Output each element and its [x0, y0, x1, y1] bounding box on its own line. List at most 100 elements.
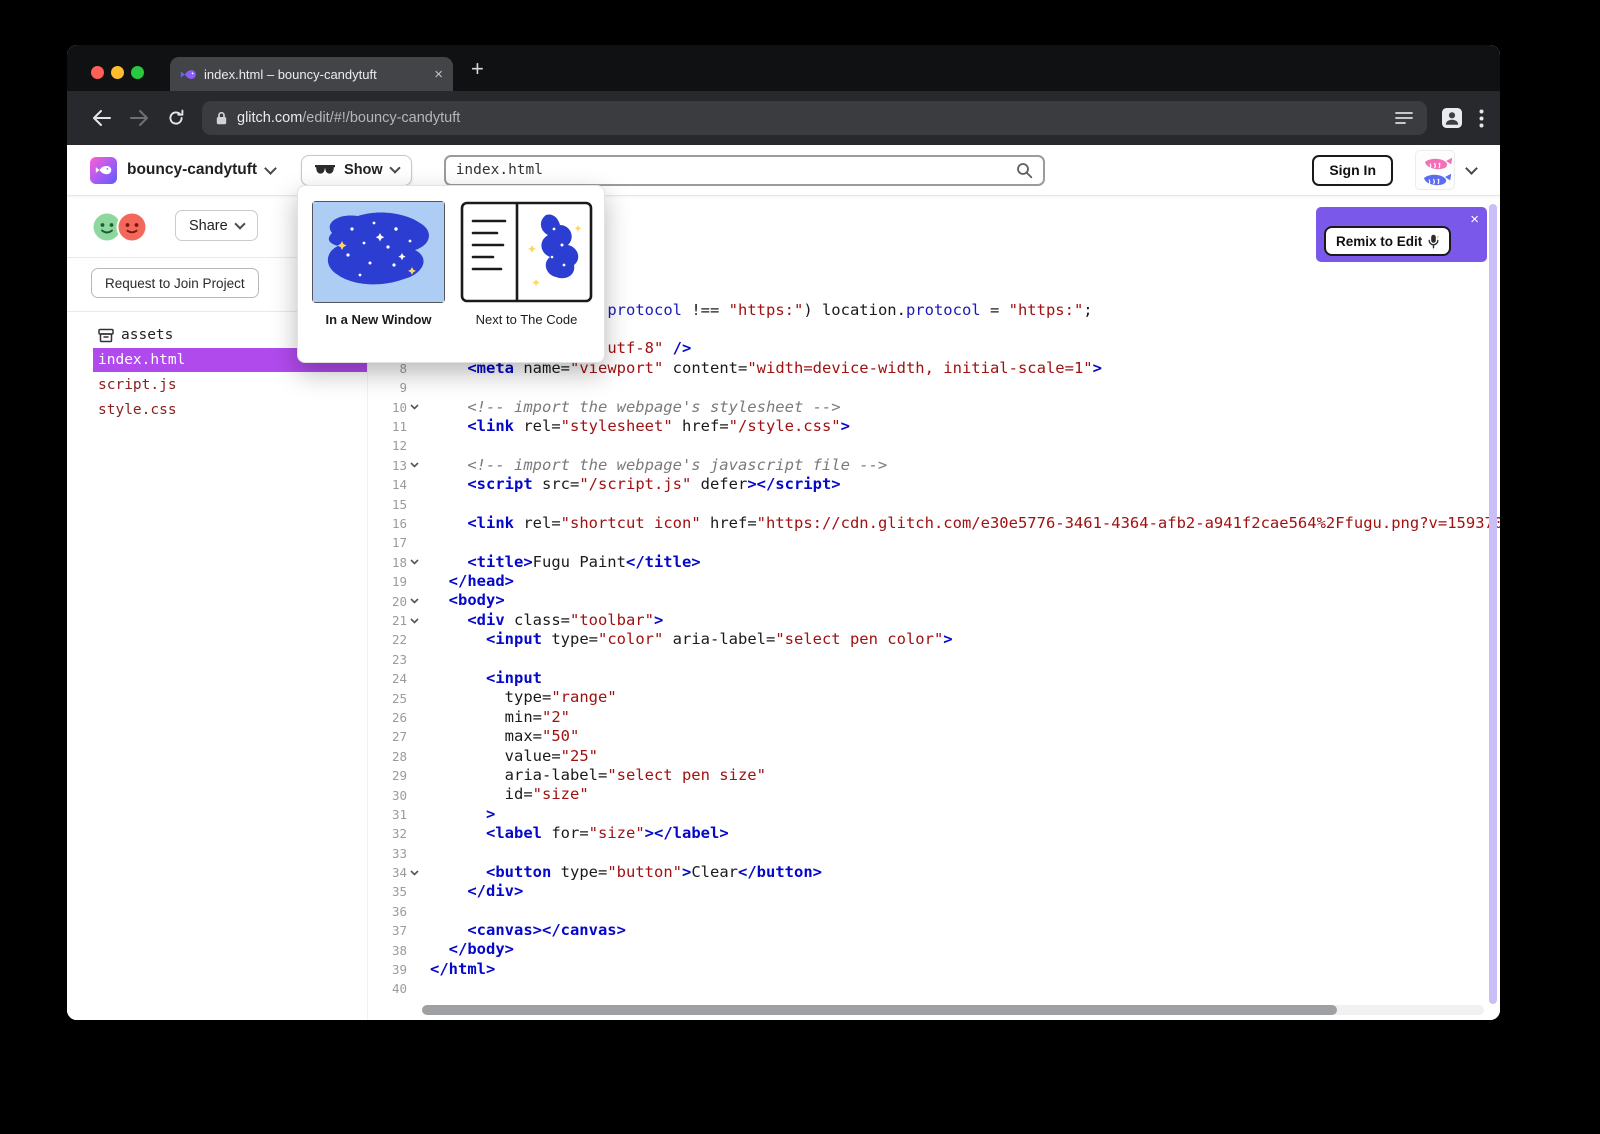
fold-toggle-icon[interactable] — [407, 618, 422, 624]
code-line[interactable]: 34 <button type="button">Clear</button> — [368, 863, 1500, 882]
reload-icon[interactable] — [157, 109, 194, 127]
url-path: /edit/#!/bouncy-candytuft — [302, 110, 460, 126]
file-item-script.js[interactable]: script.js — [93, 373, 367, 397]
line-number: 20 — [368, 591, 422, 610]
code-line[interactable]: 17 — [368, 533, 1500, 552]
code-line[interactable]: 25 type="range" — [368, 688, 1500, 707]
desktop-background: { "browser": { "tab_title": "index.html … — [0, 0, 1600, 1134]
horizontal-scrollbar-track[interactable] — [422, 1005, 1484, 1015]
code-line[interactable]: 26 min="2" — [368, 708, 1500, 727]
avatar-chevron-down-icon[interactable] — [1465, 162, 1478, 175]
browser-titlebar: index.html – bouncy-candytuft × + — [67, 45, 1500, 91]
line-number: 26 — [368, 708, 422, 727]
code-line[interactable]: 32 <label for="size"></label> — [368, 824, 1500, 843]
code-line[interactable]: 19 </head> — [368, 572, 1500, 591]
tab-title: index.html – bouncy-candytuft — [204, 67, 426, 82]
project-chevron-down-icon[interactable] — [264, 162, 277, 175]
filename-search-field[interactable] — [444, 155, 1045, 186]
forward-icon[interactable] — [120, 110, 157, 126]
avatar[interactable] — [1415, 150, 1455, 190]
code-line[interactable]: 16 <link rel="shortcut icon" href="https… — [368, 514, 1500, 533]
project-name[interactable]: bouncy-candytuft — [127, 161, 257, 179]
back-icon[interactable] — [83, 110, 120, 126]
line-number: 29 — [368, 766, 422, 785]
show-option-new-window[interactable]: In a New Window — [312, 201, 445, 347]
profile-icon[interactable] — [1441, 107, 1463, 129]
fold-toggle-icon[interactable] — [407, 462, 422, 468]
code-line[interactable]: 29 aria-label="select pen size" — [368, 766, 1500, 785]
browser-window: index.html – bouncy-candytuft × + glitch… — [67, 45, 1500, 1020]
line-number: 17 — [368, 533, 422, 552]
share-chevron-down-icon — [234, 218, 245, 229]
code-line[interactable]: 28 value="25" — [368, 747, 1500, 766]
sunglasses-icon — [314, 165, 336, 176]
fold-toggle-icon[interactable] — [407, 870, 422, 876]
line-number: 23 — [368, 650, 422, 669]
code-line[interactable]: 27 max="50" — [368, 727, 1500, 746]
line-number: 40 — [368, 979, 422, 998]
browser-tab[interactable]: index.html – bouncy-candytuft × — [170, 57, 453, 91]
request-join-button[interactable]: Request to Join Project — [91, 268, 259, 298]
vertical-scrollbar[interactable] — [1489, 204, 1497, 1004]
line-number: 11 — [368, 417, 422, 436]
code-line[interactable]: 12 — [368, 436, 1500, 455]
next-to-code-preview-image — [460, 201, 593, 303]
project-members — [91, 211, 148, 243]
code-line[interactable]: 23 — [368, 650, 1500, 669]
code-line[interactable]: 10 <!-- import the webpage's stylesheet … — [368, 398, 1500, 417]
code-line[interactable]: 13 <!-- import the webpage's javascript … — [368, 456, 1500, 475]
filename-input[interactable] — [456, 162, 1016, 178]
code-line[interactable]: 37 <canvas></canvas> — [368, 921, 1500, 940]
code-line[interactable]: 35 </div> — [368, 882, 1500, 901]
code-line[interactable]: 21 <div class="toolbar"> — [368, 611, 1500, 630]
sign-in-button[interactable]: Sign In — [1312, 155, 1393, 186]
fold-toggle-icon[interactable] — [407, 404, 422, 410]
window-close-button[interactable] — [91, 66, 104, 79]
url-text: glitch.com/edit/#!/bouncy-candytuft — [237, 110, 1385, 126]
reading-list-icon[interactable] — [1395, 111, 1413, 125]
file-item-style.css[interactable]: style.css — [93, 398, 367, 422]
remix-close-icon[interactable]: × — [1470, 212, 1479, 227]
line-number: 15 — [368, 494, 422, 513]
glitch-logo[interactable] — [90, 157, 117, 184]
share-button[interactable]: Share — [175, 210, 258, 241]
code-line[interactable]: 18 <title>Fugu Paint</title> — [368, 553, 1500, 572]
fold-toggle-icon[interactable] — [407, 598, 422, 604]
url-bar[interactable]: glitch.com/edit/#!/bouncy-candytuft — [202, 101, 1427, 135]
code-line[interactable]: 30 id="size" — [368, 785, 1500, 804]
line-number: 16 — [368, 514, 422, 533]
show-button[interactable]: Show — [301, 155, 412, 186]
code-line[interactable]: 39</html> — [368, 960, 1500, 979]
remix-to-edit-button[interactable]: Remix to Edit — [1324, 226, 1451, 256]
line-number: 25 — [368, 688, 422, 707]
window-zoom-button[interactable] — [131, 66, 144, 79]
code-line[interactable]: 38 </body> — [368, 940, 1500, 959]
code-line[interactable]: 14 <script src="/script.js" defer></scri… — [368, 475, 1500, 494]
new-tab-button[interactable]: + — [471, 58, 484, 80]
show-option-label: Next to The Code — [460, 312, 593, 327]
code-line[interactable]: 33 — [368, 844, 1500, 863]
code-line[interactable]: 24 <input — [368, 669, 1500, 688]
code-line[interactable]: 31 > — [368, 805, 1500, 824]
menu-icon[interactable] — [1479, 109, 1484, 128]
show-option-next-to-code[interactable]: Next to The Code — [460, 201, 593, 347]
code-line[interactable]: 36 — [368, 902, 1500, 921]
code-line[interactable]: 9 — [368, 378, 1500, 397]
code-line[interactable]: 22 <input type="color" aria-label="selec… — [368, 630, 1500, 649]
line-number: 21 — [368, 611, 422, 630]
browser-toolbar: glitch.com/edit/#!/bouncy-candytuft — [67, 91, 1500, 145]
code-line[interactable]: 20 <body> — [368, 591, 1500, 610]
tab-close-icon[interactable]: × — [434, 67, 443, 82]
member-avatar-red[interactable] — [116, 211, 148, 243]
file-name: index.html — [98, 352, 185, 368]
line-number: 35 — [368, 882, 422, 901]
show-menu-popover: In a New Window Next to The Code — [297, 185, 605, 363]
code-line[interactable]: 11 <link rel="stylesheet" href="/style.c… — [368, 417, 1500, 436]
line-number: 31 — [368, 805, 422, 824]
fold-toggle-icon[interactable] — [407, 559, 422, 565]
window-minimize-button[interactable] — [111, 66, 124, 79]
horizontal-scrollbar-thumb[interactable] — [422, 1005, 1337, 1015]
code-line[interactable]: 40 — [368, 979, 1500, 998]
lock-icon — [216, 111, 227, 125]
code-line[interactable]: 15 — [368, 494, 1500, 513]
